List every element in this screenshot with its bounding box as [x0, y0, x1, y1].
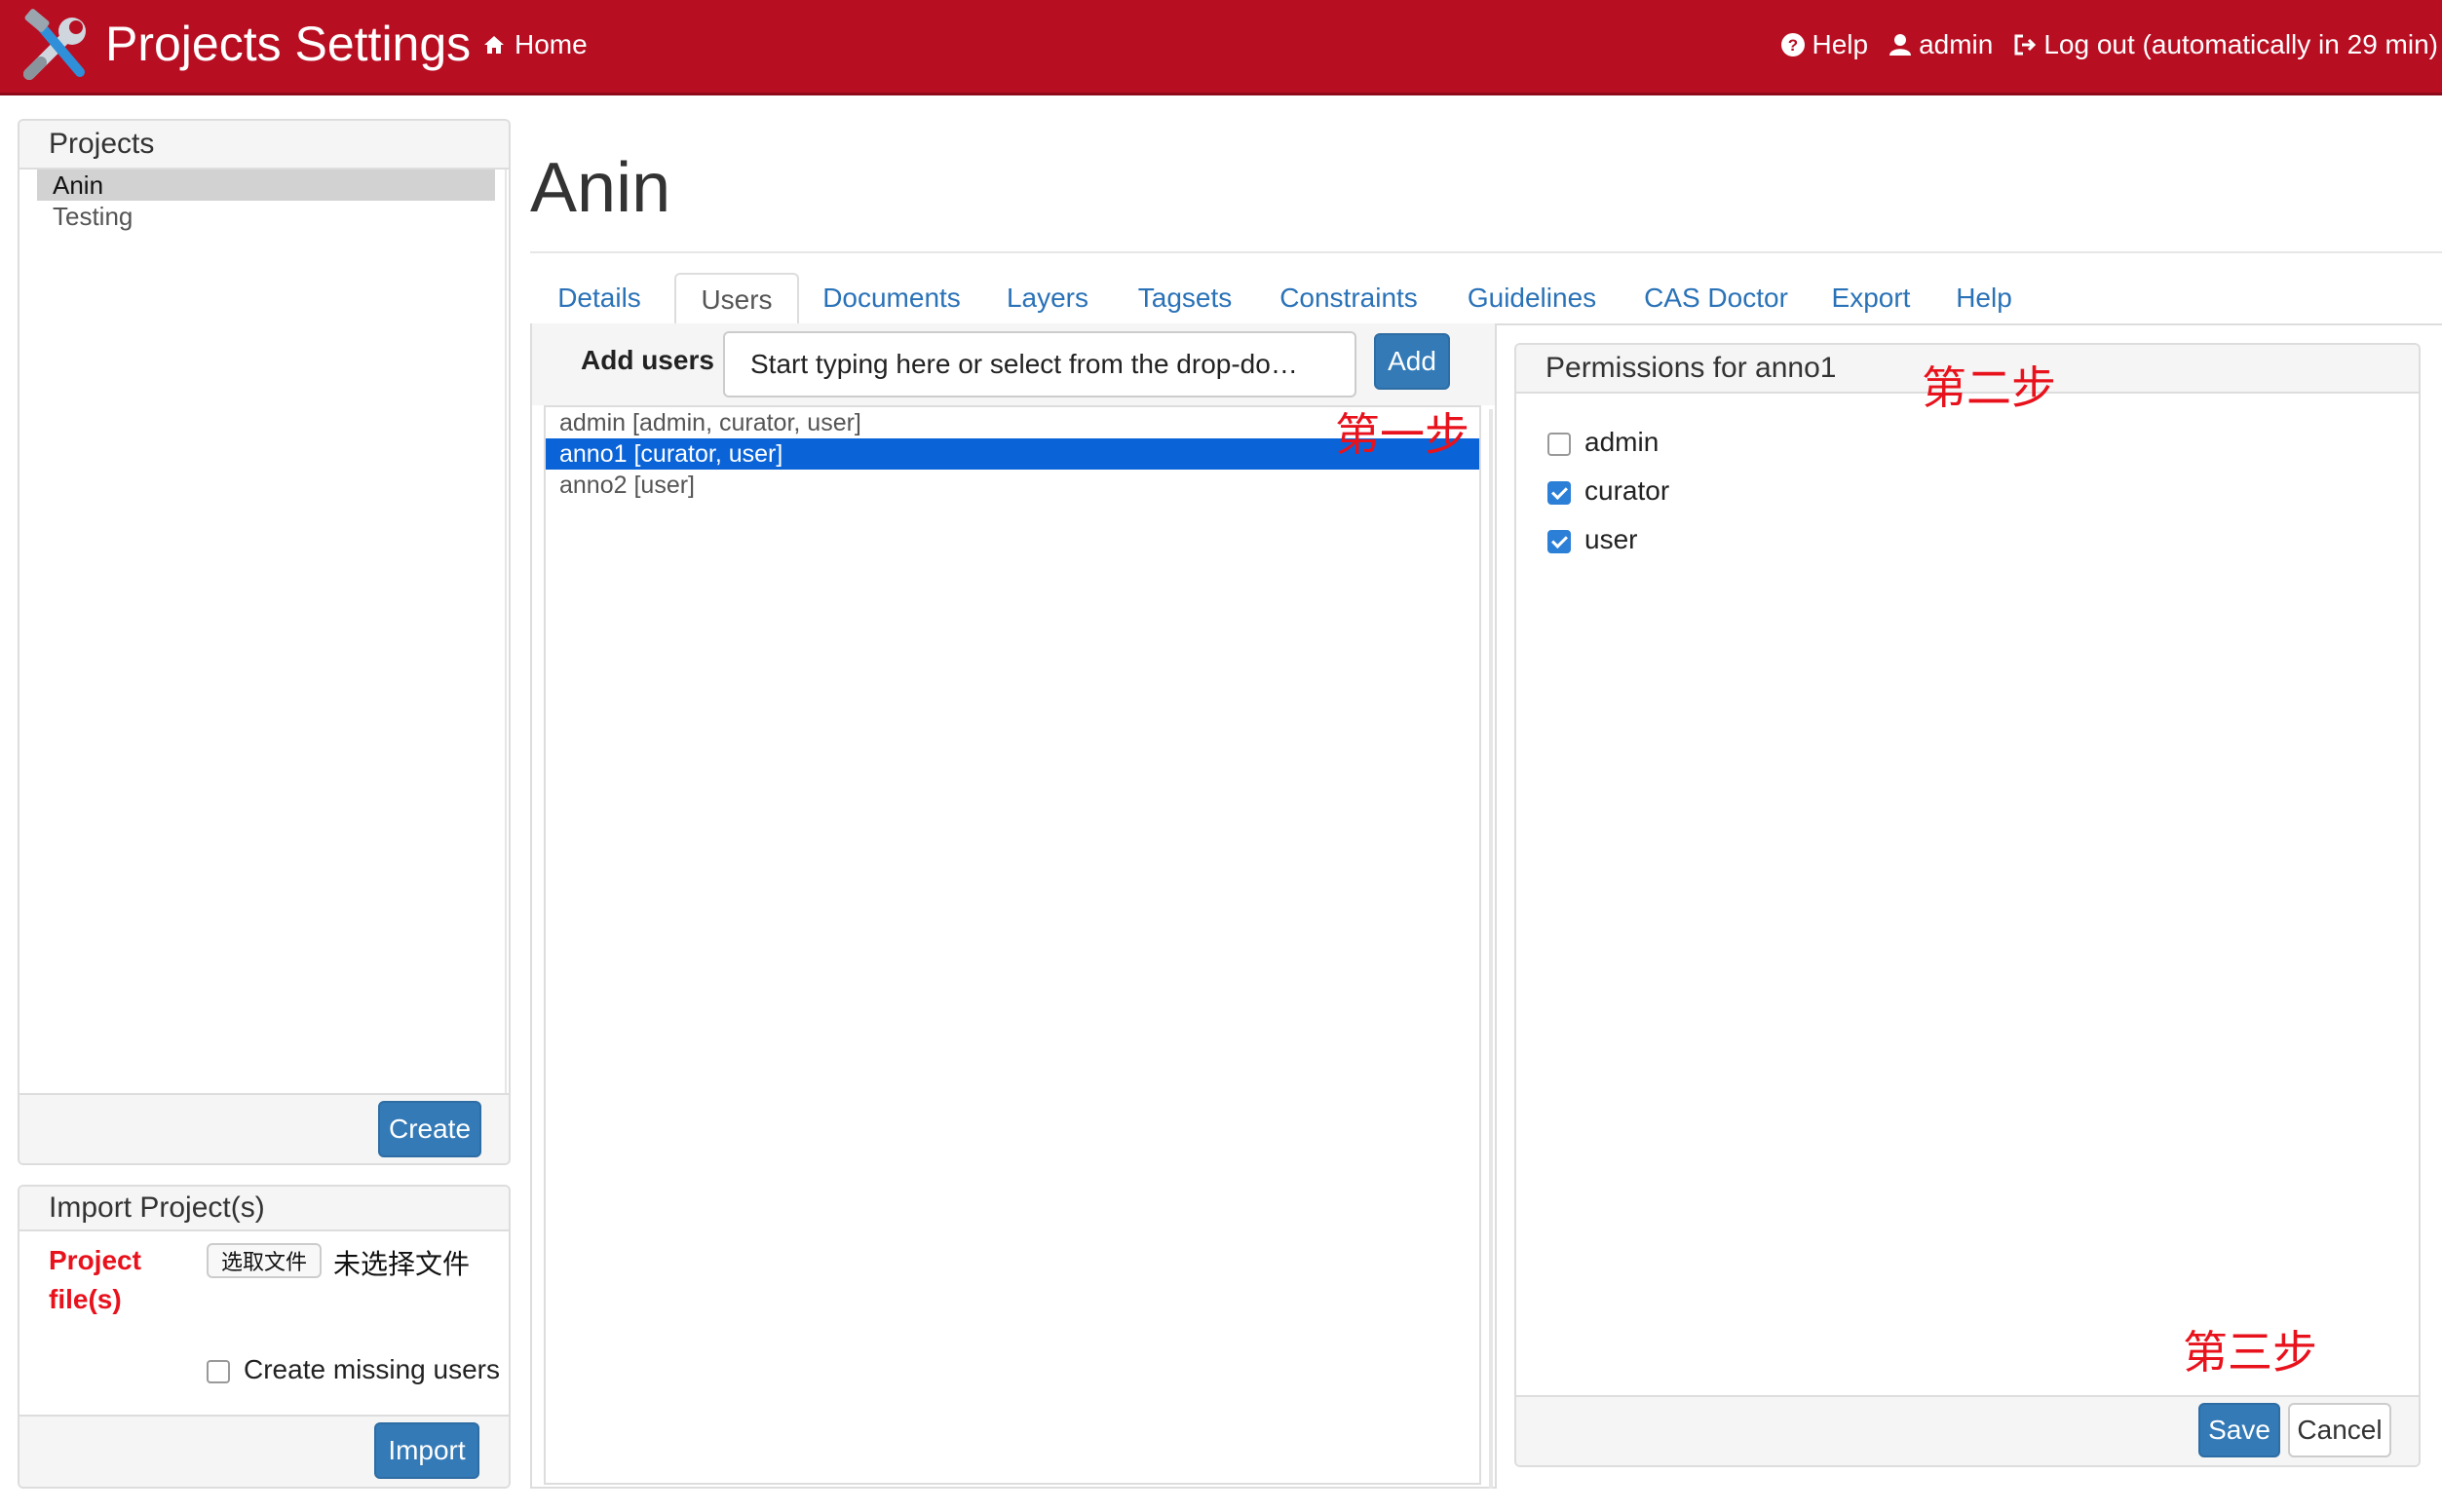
user-name: admin [1919, 29, 1994, 59]
logout-label: Log out (automatically in 29 min) [2043, 29, 2438, 59]
home-link[interactable]: Home [481, 25, 588, 64]
role-user-checkbox[interactable] [1547, 530, 1571, 553]
add-user-button[interactable]: Add [1374, 333, 1450, 390]
help-link-label: Help [1812, 29, 1869, 59]
choose-file-button[interactable]: 选取文件 [207, 1243, 322, 1278]
user-search-input[interactable]: Start typing here or select from the dro… [723, 331, 1356, 397]
tab-layers[interactable]: Layers [984, 273, 1111, 323]
import-panel: Import Project(s) Project file(s) 选取文件 未… [18, 1185, 511, 1489]
add-users-bar: Add users Start typing here or select fr… [532, 323, 1495, 405]
step-2-annotation: 第二步 [1922, 361, 2056, 414]
role-admin-checkbox[interactable] [1547, 433, 1571, 456]
projects-panel: Projects Anin Testing Create [18, 119, 511, 1165]
logout-link[interactable]: Log out (automatically in 29 min) [2012, 25, 2438, 64]
user-icon [1889, 34, 1912, 56]
permissions-footer: Save Cancel [1516, 1395, 2419, 1465]
tab-tagsets[interactable]: Tagsets [1119, 273, 1251, 323]
project-files-label: Project file(s) [49, 1245, 141, 1314]
tab-guidelines[interactable]: Guidelines [1446, 273, 1618, 323]
import-panel-title: Import Project(s) [19, 1187, 509, 1231]
project-list[interactable]: Anin Testing [37, 170, 495, 232]
home-link-label: Home [515, 29, 588, 59]
role-curator-label: curator [1584, 475, 1670, 506]
user-row-anno2[interactable]: anno2 [user] [546, 470, 1479, 501]
role-user-label: user [1584, 524, 1638, 554]
project-item-anin[interactable]: Anin [37, 170, 495, 201]
project-item-testing[interactable]: Testing [37, 201, 495, 232]
tab-documents[interactable]: Documents [807, 273, 976, 323]
users-pane: Add users Start typing here or select fr… [530, 323, 1497, 1489]
tools-icon [23, 9, 86, 80]
user-list[interactable]: admin [admin, curator, user] anno1 [cura… [544, 405, 1481, 1485]
add-users-label: Add users [581, 345, 714, 375]
create-project-button[interactable]: Create [378, 1101, 481, 1157]
tab-export[interactable]: Export [1814, 273, 1927, 323]
import-panel-footer: Import [19, 1415, 509, 1487]
save-button[interactable]: Save [2198, 1403, 2280, 1457]
svg-text:?: ? [1788, 36, 1798, 55]
question-circle-icon: ? [1781, 33, 1806, 57]
role-admin-label: admin [1584, 427, 1660, 457]
tab-users[interactable]: Users [674, 273, 799, 325]
tab-cas-doctor[interactable]: CAS Doctor [1625, 273, 1807, 323]
app-title[interactable]: Projects Settings [105, 10, 471, 78]
projects-panel-footer: Create [19, 1093, 509, 1163]
tab-details[interactable]: Details [530, 273, 668, 323]
title-divider [530, 251, 2442, 253]
import-button[interactable]: Import [374, 1422, 479, 1479]
home-icon [484, 36, 504, 54]
top-navbar: Projects Settings Home ? Help admin Log … [0, 0, 2442, 95]
projects-panel-title: Projects [19, 121, 509, 170]
tab-help[interactable]: Help [1935, 273, 2033, 323]
sign-out-icon [2014, 34, 2037, 56]
step-1-annotation: 第一步 [1335, 408, 1469, 461]
settings-tabs: Details Users Documents Layers Tagsets C… [530, 273, 2442, 325]
permissions-panel: Permissions for anno1 admin curator user… [1514, 343, 2421, 1467]
project-list-scrollbar[interactable] [505, 170, 507, 1163]
tab-constraints[interactable]: Constraints [1259, 273, 1438, 323]
step-3-annotation: 第三步 [2183, 1326, 2317, 1379]
create-missing-users-label: Create missing users [244, 1354, 500, 1384]
role-curator-checkbox[interactable] [1547, 481, 1571, 505]
help-link[interactable]: ? Help [1780, 25, 1868, 64]
create-missing-users-checkbox[interactable] [207, 1360, 230, 1383]
page-title: Anin [530, 149, 671, 227]
user-menu[interactable]: admin [1888, 25, 1993, 64]
no-file-chosen-text: 未选择文件 [333, 1249, 471, 1279]
cancel-button[interactable]: Cancel [2288, 1403, 2391, 1457]
users-pane-scrollbar[interactable] [1489, 409, 1493, 1489]
